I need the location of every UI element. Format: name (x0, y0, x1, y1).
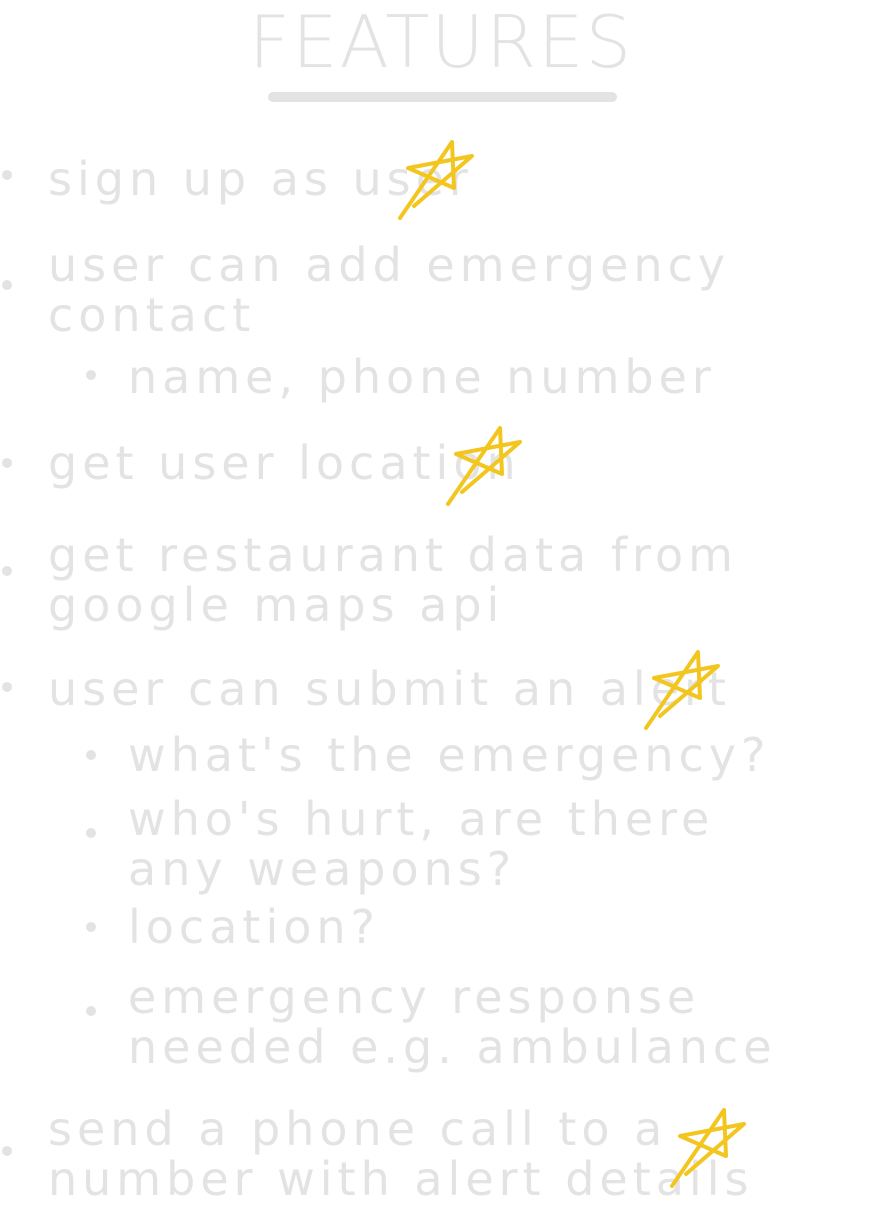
sub-feature-what-emergency: what's the emergency? (128, 728, 771, 782)
sub-bullet (86, 1006, 96, 1016)
star-icon (446, 426, 522, 506)
sub-feature-whos-hurt: who's hurt, are there any weapons? (128, 794, 714, 894)
bullet (2, 682, 12, 692)
sub-bullet (86, 828, 96, 838)
bullet (2, 170, 12, 180)
feature-line: google maps api (48, 578, 505, 632)
sub-feature-location: location? (128, 900, 380, 954)
bullet (2, 280, 12, 290)
bullet (2, 1146, 12, 1156)
sub-bullet (86, 750, 96, 760)
bullet (2, 458, 12, 468)
feature-emergency-contact: user can add emergency contact (48, 240, 730, 340)
feature-line: who's hurt, are there (128, 792, 715, 846)
feature-line: user can add emergency (48, 238, 731, 292)
feature-line: get restaurant data from (48, 528, 738, 582)
feature-line: any weapons? (128, 842, 517, 896)
feature-restaurant-data: get restaurant data from google maps api (48, 530, 738, 630)
feature-line: number with alert details (48, 1152, 754, 1206)
feature-line: send a phone call to a (48, 1102, 668, 1156)
star-icon (670, 1108, 746, 1188)
star-icon (398, 140, 474, 220)
title-underline (268, 92, 617, 102)
star-icon (644, 650, 720, 730)
feature-line: emergency response (128, 970, 701, 1024)
bullet (2, 566, 12, 576)
feature-line: contact (48, 288, 256, 342)
sub-feature-name-phone: name, phone number (128, 350, 716, 404)
feature-line: needed e.g. ambulance (128, 1020, 777, 1074)
sub-feature-response-needed: emergency response needed e.g. ambulance (128, 972, 777, 1072)
sub-bullet (86, 370, 96, 380)
feature-phone-call: send a phone call to a number with alert… (48, 1104, 753, 1204)
feature-submit-alert: user can submit an alert (48, 662, 731, 716)
sub-bullet (86, 922, 96, 932)
page-title: FEATURES (248, 0, 634, 84)
